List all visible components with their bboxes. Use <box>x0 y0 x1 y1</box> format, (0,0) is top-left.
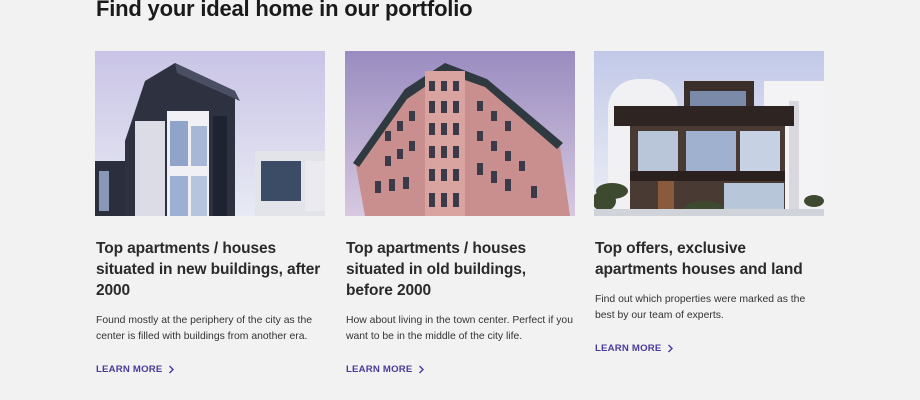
learn-more-link[interactable]: LEARN MORE <box>96 364 175 375</box>
learn-more-label: LEARN MORE <box>346 364 413 375</box>
card-image-modern-building[interactable] <box>95 51 325 216</box>
portfolio-card-new-buildings: Top apartments / houses situated in new … <box>95 51 325 377</box>
section-title: Find your ideal home in our portfolio <box>96 0 473 21</box>
learn-more-label: LEARN MORE <box>96 364 163 375</box>
card-image-modern-villa[interactable] <box>594 51 824 216</box>
learn-more-label: LEARN MORE <box>595 343 662 354</box>
card-description: Find out which properties were marked as… <box>595 294 806 321</box>
card-description: How about living in the town center. Per… <box>346 315 573 342</box>
card-description: Found mostly at the periphery of the cit… <box>96 315 313 342</box>
chevron-right-icon <box>418 365 424 374</box>
learn-more-link[interactable]: LEARN MORE <box>595 343 674 354</box>
chevron-right-icon <box>168 365 174 374</box>
card-title: Top apartments / houses situated in old … <box>346 240 526 299</box>
card-title: Top apartments / houses situated in new … <box>96 240 321 299</box>
portfolio-card-exclusive-offers: Top offers, exclusive apartments houses … <box>594 51 824 356</box>
learn-more-link[interactable]: LEARN MORE <box>346 364 425 375</box>
chevron-right-icon <box>667 344 673 353</box>
card-image-historic-building[interactable] <box>345 51 575 216</box>
portfolio-card-old-buildings: Top apartments / houses situated in old … <box>345 51 575 377</box>
card-title: Top offers, exclusive apartments houses … <box>595 240 803 278</box>
